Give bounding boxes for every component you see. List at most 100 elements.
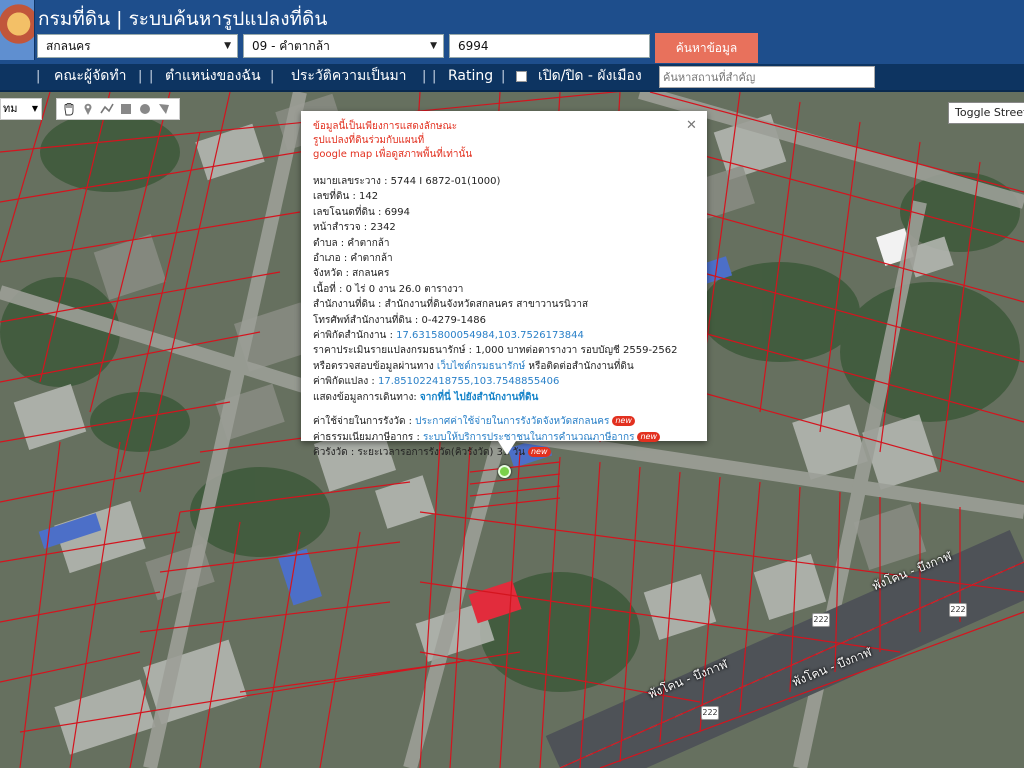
detail-row-price: ราคาประเมินรายแปลงกรมธนารักษ์ : 1,000 บา… xyxy=(313,345,678,357)
detail-row-check: หรือตรวจสอบข้อมูลผ่านทาง เว็บไซต์กรมธนาร… xyxy=(313,359,703,374)
notice-line: ข้อมูลนี้เป็นเพียงการแสดงลักษณะ xyxy=(313,121,458,132)
detail-row-land-office: สำนักงานที่ดิน : สำนักงานที่ดินจังหวัดสก… xyxy=(313,297,703,312)
detail-label: ตำบล : xyxy=(313,237,348,249)
detail-row-area: เนื้อที่ : 0 ไร่ 0 งาน 26.0 ตารางวา xyxy=(313,282,703,297)
detail-row-land-number: เลขที่ดิน : 142 xyxy=(313,189,703,204)
nav-item-credits[interactable]: คณะผู้จัดทำ xyxy=(54,64,126,90)
site-title: กรมที่ดิน | ระบบค้นหารูปแปลงที่ดิน xyxy=(38,8,328,30)
detail-row-district: อำเภอ : คำตากล้า xyxy=(313,251,703,266)
detail-label: หรือตรวจสอบข้อมูลผ่านทาง xyxy=(313,360,437,372)
close-icon[interactable]: ✕ xyxy=(686,118,697,133)
polyline-icon[interactable] xyxy=(99,101,115,117)
parcel-number-input[interactable]: 6994 xyxy=(449,34,650,58)
nav-item-history[interactable]: ประวัติความเป็นมา xyxy=(291,64,407,90)
city-plan-toggle-label[interactable]: เปิด/ปิด - ผังเมือง xyxy=(538,64,642,90)
parcel-marker[interactable] xyxy=(498,465,511,478)
rectangle-icon[interactable] xyxy=(118,101,134,117)
circle-icon[interactable] xyxy=(137,101,153,117)
chevron-down-icon: ▼ xyxy=(224,41,231,51)
detail-row-province: จังหวัด : สกลนคร xyxy=(313,266,703,281)
detail-value: 5744 I 6872-01(1000) xyxy=(390,176,501,187)
detail-row-fee: ค่าใช้จ่ายในการรังวัด : ประกาศค่าใช้จ่าย… xyxy=(313,414,703,429)
nav-separator: | xyxy=(501,69,506,84)
parcel-details: หมายเลขระวาง : 5744 I 6872-01(1000) เลขท… xyxy=(313,174,703,460)
nav-separator: | xyxy=(138,69,143,84)
search-button[interactable]: ค้นหาข้อมูล xyxy=(655,33,758,63)
nav-separator: | xyxy=(422,69,427,84)
info-window-pointer xyxy=(498,441,516,455)
nav-separator: | xyxy=(36,69,41,84)
detail-label: ค่าธรรมเนียมภาษีอากร : xyxy=(313,431,424,443)
detail-value: สกลนคร xyxy=(352,268,390,280)
route-shield: 222 xyxy=(949,603,967,617)
detail-value: 6994 xyxy=(384,206,410,218)
detail-value: 0-4279-1486 xyxy=(421,314,486,326)
place-search-input[interactable] xyxy=(659,66,875,88)
detail-label: ค่าพิกัดสำนักงาน : xyxy=(313,330,397,342)
new-badge: new xyxy=(637,431,661,442)
detail-label: คิวรังวัด : xyxy=(313,446,358,458)
new-badge: new xyxy=(527,446,551,457)
district-select[interactable]: 09 - คำตากล้า ▼ xyxy=(243,34,444,58)
nav-separator: | xyxy=(432,69,437,84)
detail-label: สำนักงานที่ดิน : xyxy=(313,299,385,311)
detail-label: อำเภอ : xyxy=(313,253,351,265)
parcel-coordinate-link[interactable]: 17.851022418755,103.7548855406 xyxy=(378,376,559,387)
detail-label: หรือติดต่อสำนักงานที่ดิน xyxy=(525,360,634,372)
chevron-down-icon: ▼ xyxy=(430,41,437,51)
district-select-value: 09 - คำตากล้า xyxy=(252,39,330,53)
department-logo xyxy=(0,0,35,60)
city-plan-checkbox[interactable] xyxy=(516,71,527,82)
detail-label: ค่าพิกัดแปลง : xyxy=(313,376,378,388)
nav-separator: | xyxy=(149,69,154,84)
detail-label: แสดงข้อมูลการเดินทาง: xyxy=(313,391,420,403)
route-shield: 222 xyxy=(701,706,719,720)
tax-calculator-link[interactable]: ระบบให้บริการประชาชนในการคำนวณภาษีอากร xyxy=(423,432,634,443)
app-header: กรมที่ดิน | ระบบค้นหารูปแปลงที่ดิน สกลนค… xyxy=(0,0,1024,64)
chevron-down-icon: ▼ xyxy=(31,104,38,113)
detail-row-deed-number: เลขโฉนดที่ดิน : 6994 xyxy=(313,205,703,220)
detail-label: เลขที่ดิน : xyxy=(313,191,360,203)
detail-label: เลขโฉนดที่ดิน : xyxy=(313,206,385,218)
nav-separator: | xyxy=(270,69,275,84)
detail-value: 0 ไร่ 0 งาน 26.0 ตารางวา xyxy=(345,283,464,295)
detail-row-office-phone: โทรศัพท์สำนักงานที่ดิน : 0-4279-1486 xyxy=(313,313,703,328)
province-select-value: สกลนคร xyxy=(46,39,91,53)
parcel-info-window: ข้อมูลนี้เป็นเพียงการแสดงลักษณะ รูปแปลงท… xyxy=(301,111,707,458)
pin-icon[interactable] xyxy=(80,101,96,117)
detail-row-subdistrict: ตำบล : คำตากล้า xyxy=(313,236,703,251)
nav-item-my-location[interactable]: ตำแหน่งของฉัน xyxy=(165,64,261,90)
detail-label: จังหวัด : xyxy=(313,268,353,280)
detail-label: ค่าใช้จ่ายในการรังวัด : xyxy=(313,416,416,428)
detail-value: คำตากล้า xyxy=(350,253,393,265)
detail-label: โทรศัพท์สำนักงานที่ดิน : xyxy=(313,314,422,326)
detail-value: 142 xyxy=(359,191,379,203)
map-type-value: ทม xyxy=(3,102,18,115)
detail-value: 2342 xyxy=(370,222,396,234)
route-to-office-link[interactable]: จากที่นี่ ไปยังสำนักงานที่ดิน xyxy=(420,392,538,403)
detail-row-map-sheet: หมายเลขระวาง : 5744 I 6872-01(1000) xyxy=(313,174,703,189)
detail-row-route: แสดงข้อมูลการเดินทาง: จากที่นี่ ไปยังสำน… xyxy=(313,390,703,405)
hand-icon[interactable] xyxy=(61,101,77,117)
detail-label: หมายเลขระวาง : xyxy=(313,176,391,187)
office-coordinate-link[interactable]: 17.6315800054984,103.7526173844 xyxy=(396,330,584,341)
parcel-number-value: 6994 xyxy=(458,39,489,53)
detail-label: เนื้อที่ : xyxy=(313,283,346,295)
map-type-select[interactable]: ทม ▼ xyxy=(0,98,42,120)
detail-row-survey-page: หน้าสำรวจ : 2342 xyxy=(313,220,703,235)
detail-label: หน้าสำรวจ : xyxy=(313,222,371,234)
detail-value: คำตากล้า xyxy=(347,237,390,249)
toggle-street-view-button[interactable]: Toggle Street View xyxy=(948,102,1024,124)
drawing-toolbar xyxy=(56,98,180,120)
treasury-website-link[interactable]: เว็บไซต์กรมธนารักษ์ xyxy=(437,361,525,372)
survey-fee-link[interactable]: ประกาศค่าใช้จ่ายในการรังวัดจังหวัดสกลนคร xyxy=(415,416,609,427)
province-select[interactable]: สกลนคร ▼ xyxy=(37,34,238,58)
detail-row-parcel-coord: ค่าพิกัดแปลง : 17.851022418755,103.75488… xyxy=(313,374,703,389)
notice-line: google map เพื่อดูสภาพพื้นที่เท่านั้น xyxy=(313,149,473,160)
disclaimer-notice: ข้อมูลนี้เป็นเพียงการแสดงลักษณะ รูปแปลงท… xyxy=(313,120,472,162)
route-shield: 222 xyxy=(812,613,830,627)
polygon-icon[interactable] xyxy=(156,101,172,117)
new-badge: new xyxy=(612,416,635,427)
nav-item-rating[interactable]: Rating xyxy=(448,64,493,90)
detail-row-office-coord: ค่าพิกัดสำนักงาน : 17.6315800054984,103.… xyxy=(313,328,703,343)
